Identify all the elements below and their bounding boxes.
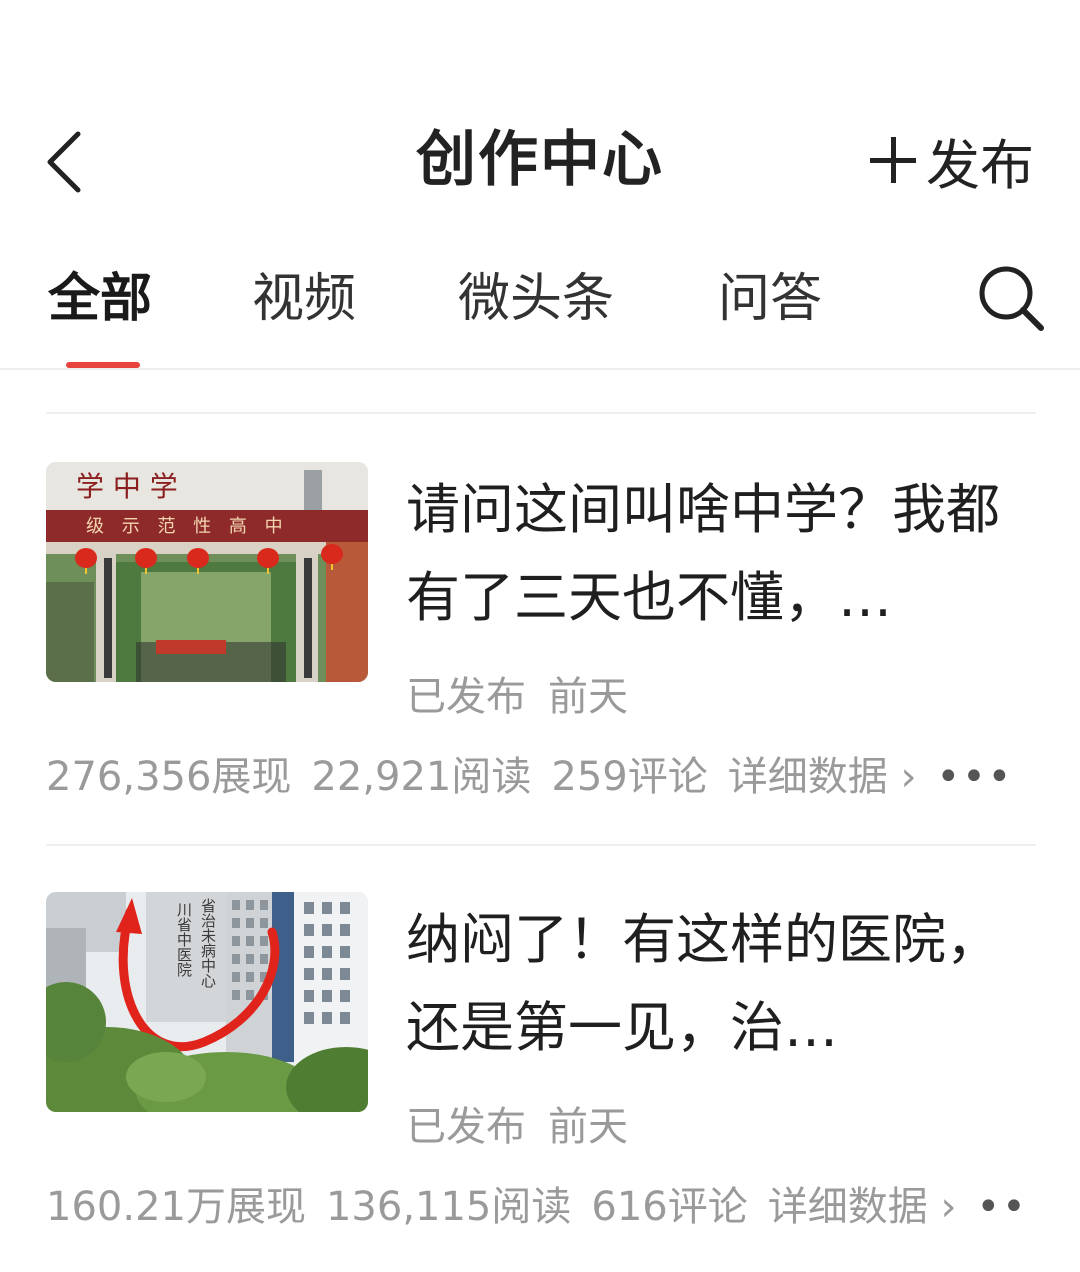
hospital-sign-text-2: 省治未病中心 [199, 898, 217, 988]
impressions-count: 160.21万展现 [46, 1184, 306, 1230]
comments-count: 616评论 [591, 1184, 748, 1230]
search-icon [979, 266, 1044, 331]
card-divider [46, 844, 1036, 846]
publish-time: 前天 [548, 1104, 628, 1150]
status-badge: 已发布 [406, 1104, 526, 1150]
tab-all[interactable]: 全部 [48, 264, 152, 334]
publish-time: 前天 [548, 674, 628, 720]
article-status: 已发布 前天 [406, 1094, 650, 1152]
publish-button[interactable]: 发布 [870, 120, 1034, 200]
article-thumbnail-hospital[interactable]: 川省中医院 省治未病中心 [46, 892, 368, 1112]
reads-count: 22,921阅读 [311, 754, 532, 800]
hospital-building-image: 川省中医院 省治未病中心 [46, 892, 368, 1112]
tab-bar: 全部 视频 微头条 问答 [0, 250, 1080, 370]
tab-micro-headlines[interactable]: 微头条 [458, 264, 614, 334]
article-title[interactable]: 请问这间叫啥中学？我都有了三天也不懂，… [406, 466, 1036, 642]
tabs-divider [0, 368, 1080, 370]
plus-icon [870, 137, 916, 183]
school-banner-text: 级 示 范 性 高 中 [86, 516, 289, 537]
status-badge: 已发布 [406, 674, 526, 720]
article-status: 已发布 前天 [406, 664, 650, 722]
school-gate-image: 学 中 学 级 示 范 性 高 中 [46, 462, 368, 682]
article-thumbnail-school[interactable]: 学 中 学 级 示 范 性 高 中 [46, 462, 368, 682]
search-button[interactable] [975, 262, 1047, 334]
tab-overflow-fade [920, 262, 970, 342]
article-title[interactable]: 纳闷了！有这样的医院，还是第一见，治… [406, 896, 1036, 1072]
school-top-text: 学 中 学 [76, 470, 178, 503]
impressions-count: 276,356展现 [46, 754, 292, 800]
more-options-button[interactable]: ••• [936, 754, 1013, 800]
tab-video[interactable]: 视频 [252, 264, 356, 334]
app-header: 创作中心 发布 [0, 96, 1080, 226]
article-stats: 160.21万展现 136,115阅读 616评论 详细数据 › •• [46, 1174, 1046, 1232]
article-stats: 276,356展现 22,921阅读 259评论 详细数据 › ••• [46, 744, 1046, 802]
comments-count: 259评论 [551, 754, 708, 800]
hospital-sign-text-1: 川省中医院 [175, 902, 193, 978]
reads-count: 136,115阅读 [325, 1184, 572, 1230]
detail-data-link[interactable]: 详细数据 › [728, 754, 917, 800]
tab-qa[interactable]: 问答 [718, 264, 822, 334]
publish-label: 发布 [926, 133, 1034, 197]
detail-data-link[interactable]: 详细数据 › [768, 1184, 957, 1230]
more-options-button[interactable]: •• [976, 1184, 1027, 1230]
card-divider [46, 412, 1036, 414]
